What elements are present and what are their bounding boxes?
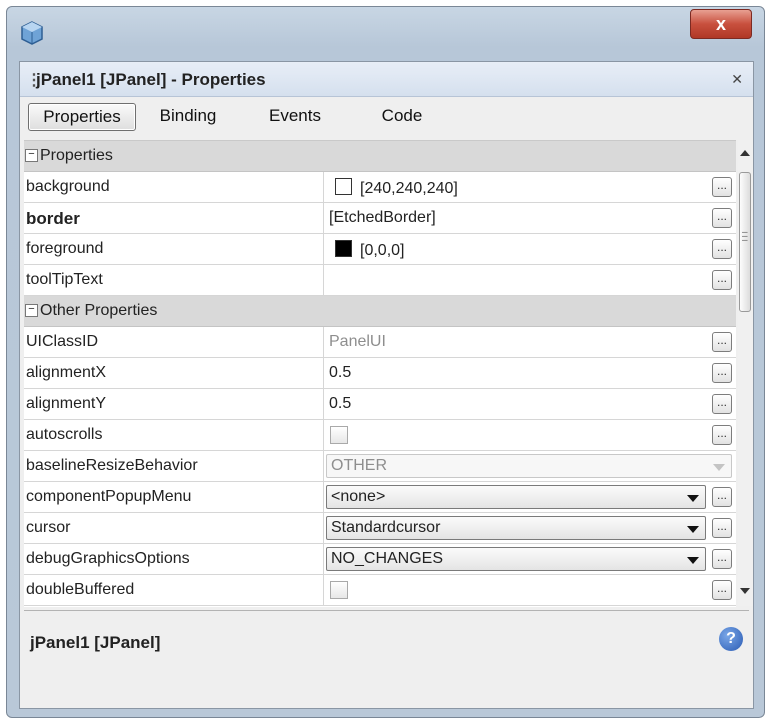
ellipsis-button[interactable]: ... xyxy=(712,580,732,600)
debug-graphics-select[interactable]: NO_CHANGES xyxy=(326,547,706,571)
tab-code[interactable]: Code xyxy=(372,103,432,129)
select-value: <none> xyxy=(331,488,386,505)
property-row-background[interactable]: background [240,240,240] ... xyxy=(24,172,736,203)
grip-icon: – – – xyxy=(742,227,748,246)
chevron-down-icon xyxy=(713,464,725,471)
popup-menu-select[interactable]: <none> xyxy=(326,485,706,509)
property-row-border[interactable]: border [EtchedBorder] ... xyxy=(24,203,736,234)
panel-title: jPanel1 [JPanel] - Properties xyxy=(36,70,266,89)
ellipsis-button[interactable]: ... xyxy=(712,270,732,290)
tab-events[interactable]: Events xyxy=(258,103,332,129)
pin-icon[interactable]: ✕ xyxy=(731,71,743,88)
properties-panel: ⋮ jPanel1 [JPanel] - Properties ✕ Proper… xyxy=(19,61,754,709)
ellipsis-button[interactable]: ... xyxy=(712,518,732,538)
property-value[interactable]: [0,0,0] xyxy=(329,240,404,260)
close-button[interactable]: x xyxy=(690,9,752,39)
collapse-icon[interactable]: − xyxy=(25,149,38,162)
ellipsis-button[interactable]: ... xyxy=(712,177,732,197)
property-value[interactable]: 0.5 xyxy=(329,364,351,382)
property-row-uiclassid[interactable]: UIClassID PanelUI ... xyxy=(24,327,736,358)
property-row-componentpopupmenu[interactable]: componentPopupMenu <none> ... xyxy=(24,482,736,513)
vertical-scrollbar[interactable]: – – – xyxy=(738,140,753,606)
section-label: Other Properties xyxy=(40,302,158,319)
section-other-properties[interactable]: − Other Properties xyxy=(24,296,736,327)
color-swatch-icon xyxy=(335,178,352,195)
app-cube-icon xyxy=(21,21,43,45)
description-title: jPanel1 [JPanel] xyxy=(30,633,161,652)
property-row-alignmenty[interactable]: alignmentY 0.5 ... xyxy=(24,389,736,420)
property-row-tooltiptext[interactable]: toolTipText ... xyxy=(24,265,736,296)
property-name: cursor xyxy=(26,519,71,536)
property-value: PanelUI xyxy=(329,333,386,350)
autoscrolls-checkbox[interactable] xyxy=(330,426,348,444)
baseline-resize-select: OTHER xyxy=(326,454,732,478)
select-value: NO_CHANGES xyxy=(331,550,444,567)
section-properties[interactable]: − Properties xyxy=(24,141,736,172)
ellipsis-button[interactable]: ... xyxy=(712,425,732,445)
ellipsis-button[interactable]: ... xyxy=(712,394,732,414)
property-row-debuggraphicsoptions[interactable]: debugGraphicsOptions NO_CHANGES ... xyxy=(24,544,736,575)
property-value[interactable]: [EtchedBorder] xyxy=(329,209,436,227)
chevron-down-icon[interactable] xyxy=(687,557,699,564)
property-name: border xyxy=(26,209,80,228)
property-name: autoscrolls xyxy=(26,426,103,443)
tab-bar: Properties Binding Events Code xyxy=(20,97,753,137)
collapse-icon[interactable]: − xyxy=(25,304,38,317)
ellipsis-button[interactable]: ... xyxy=(712,208,732,228)
scrollbar-thumb[interactable]: – – – xyxy=(739,172,751,312)
property-row-alignmentx[interactable]: alignmentX 0.5 ... xyxy=(24,358,736,389)
property-name: alignmentX xyxy=(26,364,107,381)
property-name: alignmentY xyxy=(26,395,107,412)
help-icon[interactable]: ? xyxy=(719,627,743,651)
panel-header: ⋮ jPanel1 [JPanel] - Properties ✕ xyxy=(20,62,753,97)
description-area: jPanel1 [JPanel] ? xyxy=(24,610,749,703)
ellipsis-button[interactable]: ... xyxy=(712,549,732,569)
ellipsis-button[interactable]: ... xyxy=(712,239,732,259)
title-bar[interactable]: x xyxy=(7,7,764,57)
property-row-foreground[interactable]: foreground [0,0,0] ... xyxy=(24,234,736,265)
property-name: foreground xyxy=(26,240,104,257)
ellipsis-button[interactable]: ... xyxy=(712,332,732,352)
property-name: baselineResizeBehavior xyxy=(26,457,198,474)
tab-properties[interactable]: Properties xyxy=(28,103,136,131)
select-value: Standardcursor xyxy=(331,519,441,536)
chevron-down-icon[interactable] xyxy=(687,495,699,502)
property-name: debugGraphicsOptions xyxy=(26,550,190,567)
property-name: UIClassID xyxy=(26,333,99,350)
property-name: doubleBuffered xyxy=(26,581,135,598)
property-row-cursor[interactable]: cursor Standardcursor ... xyxy=(24,513,736,544)
chevron-down-icon[interactable] xyxy=(687,526,699,533)
ellipsis-button[interactable]: ... xyxy=(712,487,732,507)
color-swatch-icon xyxy=(335,240,352,257)
property-name: toolTipText xyxy=(26,271,103,288)
property-row-autoscrolls[interactable]: autoscrolls ... xyxy=(24,420,736,451)
scroll-down-icon[interactable] xyxy=(740,588,750,594)
properties-window: x ⋮ jPanel1 [JPanel] - Properties ✕ Prop… xyxy=(6,6,765,718)
property-value[interactable]: 0.5 xyxy=(329,395,351,413)
select-value: OTHER xyxy=(331,457,387,474)
property-name: componentPopupMenu xyxy=(26,488,192,505)
section-label: Properties xyxy=(40,147,113,164)
property-value[interactable]: [240,240,240] xyxy=(329,178,458,198)
property-name: background xyxy=(26,178,110,195)
property-row-doublebuffered[interactable]: doubleBuffered ... xyxy=(24,575,736,606)
cursor-select[interactable]: Standardcursor xyxy=(326,516,706,540)
tab-binding[interactable]: Binding xyxy=(148,103,228,129)
property-sheet: − Properties background [240,240,240] ..… xyxy=(24,140,736,607)
property-row-baselineresizebehavior[interactable]: baselineResizeBehavior OTHER xyxy=(24,451,736,482)
scroll-up-icon[interactable] xyxy=(740,150,750,156)
ellipsis-button[interactable]: ... xyxy=(712,363,732,383)
double-buffered-checkbox[interactable] xyxy=(330,581,348,599)
